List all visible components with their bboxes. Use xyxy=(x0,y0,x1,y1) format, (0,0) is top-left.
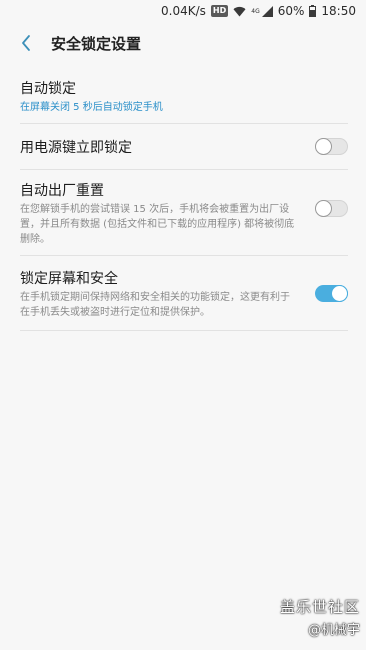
watermark: 盖乐世社区 @机械宇 xyxy=(280,596,360,638)
setting-title: 锁定屏幕和安全 xyxy=(20,271,118,287)
watermark-community: 盖乐世社区 xyxy=(279,598,360,616)
toggle-knob xyxy=(315,200,332,217)
network-type-label: 4G xyxy=(251,7,260,15)
clock: 18:50 xyxy=(321,4,356,18)
toggle-knob xyxy=(331,285,348,302)
network-speed: 0.04K/s xyxy=(161,4,206,18)
battery-percent: 60% xyxy=(277,4,305,18)
setting-lock-screen-security[interactable]: 锁定屏幕和安全 在手机锁定期间保持网络和安全相关的功能锁定，这更有利于在手机丢失… xyxy=(20,256,348,331)
chevron-left-icon xyxy=(22,35,30,51)
setting-title: 自动锁定 xyxy=(20,81,76,97)
setting-auto-lock[interactable]: 自动锁定 在屏幕关闭 5 秒后自动锁定手机 xyxy=(20,70,348,124)
setting-power-key-lock[interactable]: 用电源键立即锁定 xyxy=(20,124,348,170)
setting-title: 自动出厂重置 xyxy=(20,183,104,199)
battery-icon xyxy=(309,5,317,17)
app-bar: 安全锁定设置 xyxy=(0,22,366,64)
setting-title: 用电源键立即锁定 xyxy=(20,139,132,156)
back-button[interactable] xyxy=(12,29,40,57)
hd-badge: HD xyxy=(210,5,229,17)
settings-list: 自动锁定 在屏幕关闭 5 秒后自动锁定手机 用电源键立即锁定 自动出厂重置 在您… xyxy=(20,70,348,331)
setting-description: 在手机锁定期间保持网络和安全相关的功能锁定，这更有利于在手机丢失或被盗时进行定位… xyxy=(20,292,290,318)
wifi-icon xyxy=(233,6,246,17)
status-bar: 0.04K/s HD 4G 60% 18:50 xyxy=(0,0,366,22)
page-title: 安全锁定设置 xyxy=(51,34,142,53)
lock-screen-security-toggle[interactable] xyxy=(315,285,348,302)
toggle-knob xyxy=(315,138,332,155)
signal-icon xyxy=(261,5,273,17)
setting-description: 在您解锁手机的尝试错误 15 次后，手机将会被重置为出厂设置，并且所有数据 (包… xyxy=(20,204,295,245)
setting-factory-reset[interactable]: 自动出厂重置 在您解锁手机的尝试错误 15 次后，手机将会被重置为出厂设置，并且… xyxy=(20,170,348,256)
setting-value: 在屏幕关闭 5 秒后自动锁定手机 xyxy=(20,102,163,113)
watermark-author: @机械宇 xyxy=(307,623,360,638)
power-key-lock-toggle[interactable] xyxy=(315,138,348,155)
factory-reset-toggle[interactable] xyxy=(315,200,348,217)
